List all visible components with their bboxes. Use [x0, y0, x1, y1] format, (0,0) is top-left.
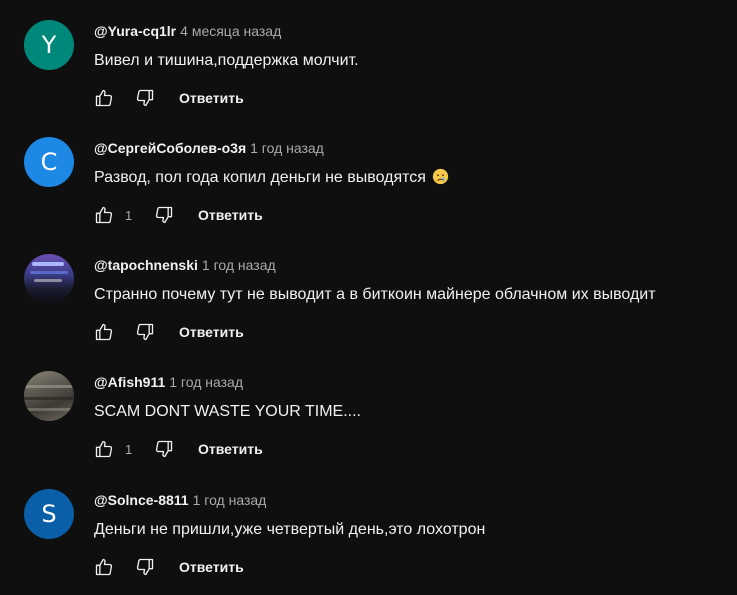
comment-header: @Solnce-8811 1 год назад	[94, 491, 266, 509]
comment-text-container: Развод, пол года копил деньги не выводят…	[94, 167, 449, 189]
comment-item: @Afish911 1 год назад SCAM DONT WASTE YOU…	[0, 371, 737, 488]
like-button[interactable]	[94, 205, 114, 225]
avatar-letter: Y	[41, 31, 57, 59]
comment-text: Деньги не пришли,уже четвертый день,это …	[94, 521, 486, 538]
thumbs-up-icon	[95, 323, 113, 341]
comment-author[interactable]: @СергейСоболев-о3я	[94, 140, 246, 156]
comment-author[interactable]: @Solnce-8811	[94, 492, 189, 508]
avatar[interactable]: S	[24, 489, 74, 539]
thumbs-down-icon	[136, 323, 154, 341]
avatar-photo	[24, 254, 74, 304]
thumbs-down-icon	[136, 89, 154, 107]
comment-text: Вивел и тишина,поддержка молчит.	[94, 52, 359, 69]
crying-face-icon	[433, 168, 449, 185]
dislike-button[interactable]	[135, 322, 155, 342]
avatar[interactable]	[24, 371, 74, 421]
avatar-letter: S	[41, 500, 57, 528]
thumbs-down-icon	[136, 558, 154, 576]
comment-header: @СергейСоболев-о3я 1 год назад	[94, 139, 324, 157]
avatar[interactable]	[24, 254, 74, 304]
thumbs-down-icon	[155, 206, 173, 224]
comment-header: @Afish911 1 год назад	[94, 373, 243, 391]
comment-author[interactable]: @tapochnenski	[94, 257, 198, 273]
comment-header: @tapochnenski 1 год назад	[94, 256, 276, 274]
like-count: 1	[125, 441, 133, 457]
comment-actions: Ответить	[94, 555, 244, 579]
avatar-letter: С	[40, 148, 58, 176]
comment-item: @tapochnenski 1 год назад Странно почему …	[0, 254, 737, 371]
dislike-button[interactable]	[135, 557, 155, 577]
comment-author[interactable]: @Yura-cq1lr	[94, 23, 176, 39]
reply-button[interactable]: Ответить	[198, 207, 263, 223]
comment-item: S @Solnce-8811 1 год назад Деньги не приш…	[0, 489, 737, 595]
comment-text: Странно почему тут не выводит а в биткои…	[94, 286, 656, 303]
dislike-button[interactable]	[154, 205, 174, 225]
like-button[interactable]	[94, 557, 114, 577]
reply-button[interactable]: Ответить	[179, 324, 244, 340]
comment-time[interactable]: 1 год назад	[169, 374, 243, 390]
comment-item: Y @Yura-cq1lr 4 месяца назад Вивел и тиши…	[0, 20, 737, 137]
comment-item: С @СергейСоболев-о3я 1 год назад Развод, …	[0, 137, 737, 254]
comment-actions: 1 Ответить	[94, 437, 263, 461]
thumbs-up-icon	[95, 558, 113, 576]
comment-actions: 1 Ответить	[94, 203, 263, 227]
avatar[interactable]: С	[24, 137, 74, 187]
comment-time[interactable]: 1 год назад	[202, 257, 276, 273]
comment-time[interactable]: 1 год назад	[193, 492, 267, 508]
reply-button[interactable]: Ответить	[179, 90, 244, 106]
comment-header: @Yura-cq1lr 4 месяца назад	[94, 22, 281, 40]
like-button[interactable]	[94, 88, 114, 108]
comment-time[interactable]: 4 месяца назад	[180, 23, 281, 39]
dislike-button[interactable]	[154, 439, 174, 459]
like-button[interactable]	[94, 439, 114, 459]
thumbs-up-icon	[95, 440, 113, 458]
reply-button[interactable]: Ответить	[198, 441, 263, 457]
like-button[interactable]	[94, 322, 114, 342]
thumbs-up-icon	[95, 206, 113, 224]
reply-button[interactable]: Ответить	[179, 559, 244, 575]
avatar[interactable]: Y	[24, 20, 74, 70]
dislike-button[interactable]	[135, 88, 155, 108]
avatar-photo	[24, 371, 74, 421]
comment-actions: Ответить	[94, 320, 244, 344]
thumbs-up-icon	[95, 89, 113, 107]
comment-time[interactable]: 1 год назад	[250, 140, 324, 156]
thumbs-down-icon	[155, 440, 173, 458]
comment-text: SCAM DONT WASTE YOUR TIME....	[94, 403, 361, 420]
comment-text: Развод, пол года копил деньги не выводят…	[94, 169, 426, 186]
comment-actions: Ответить	[94, 86, 244, 110]
like-count: 1	[125, 207, 133, 223]
comment-author[interactable]: @Afish911	[94, 374, 165, 390]
